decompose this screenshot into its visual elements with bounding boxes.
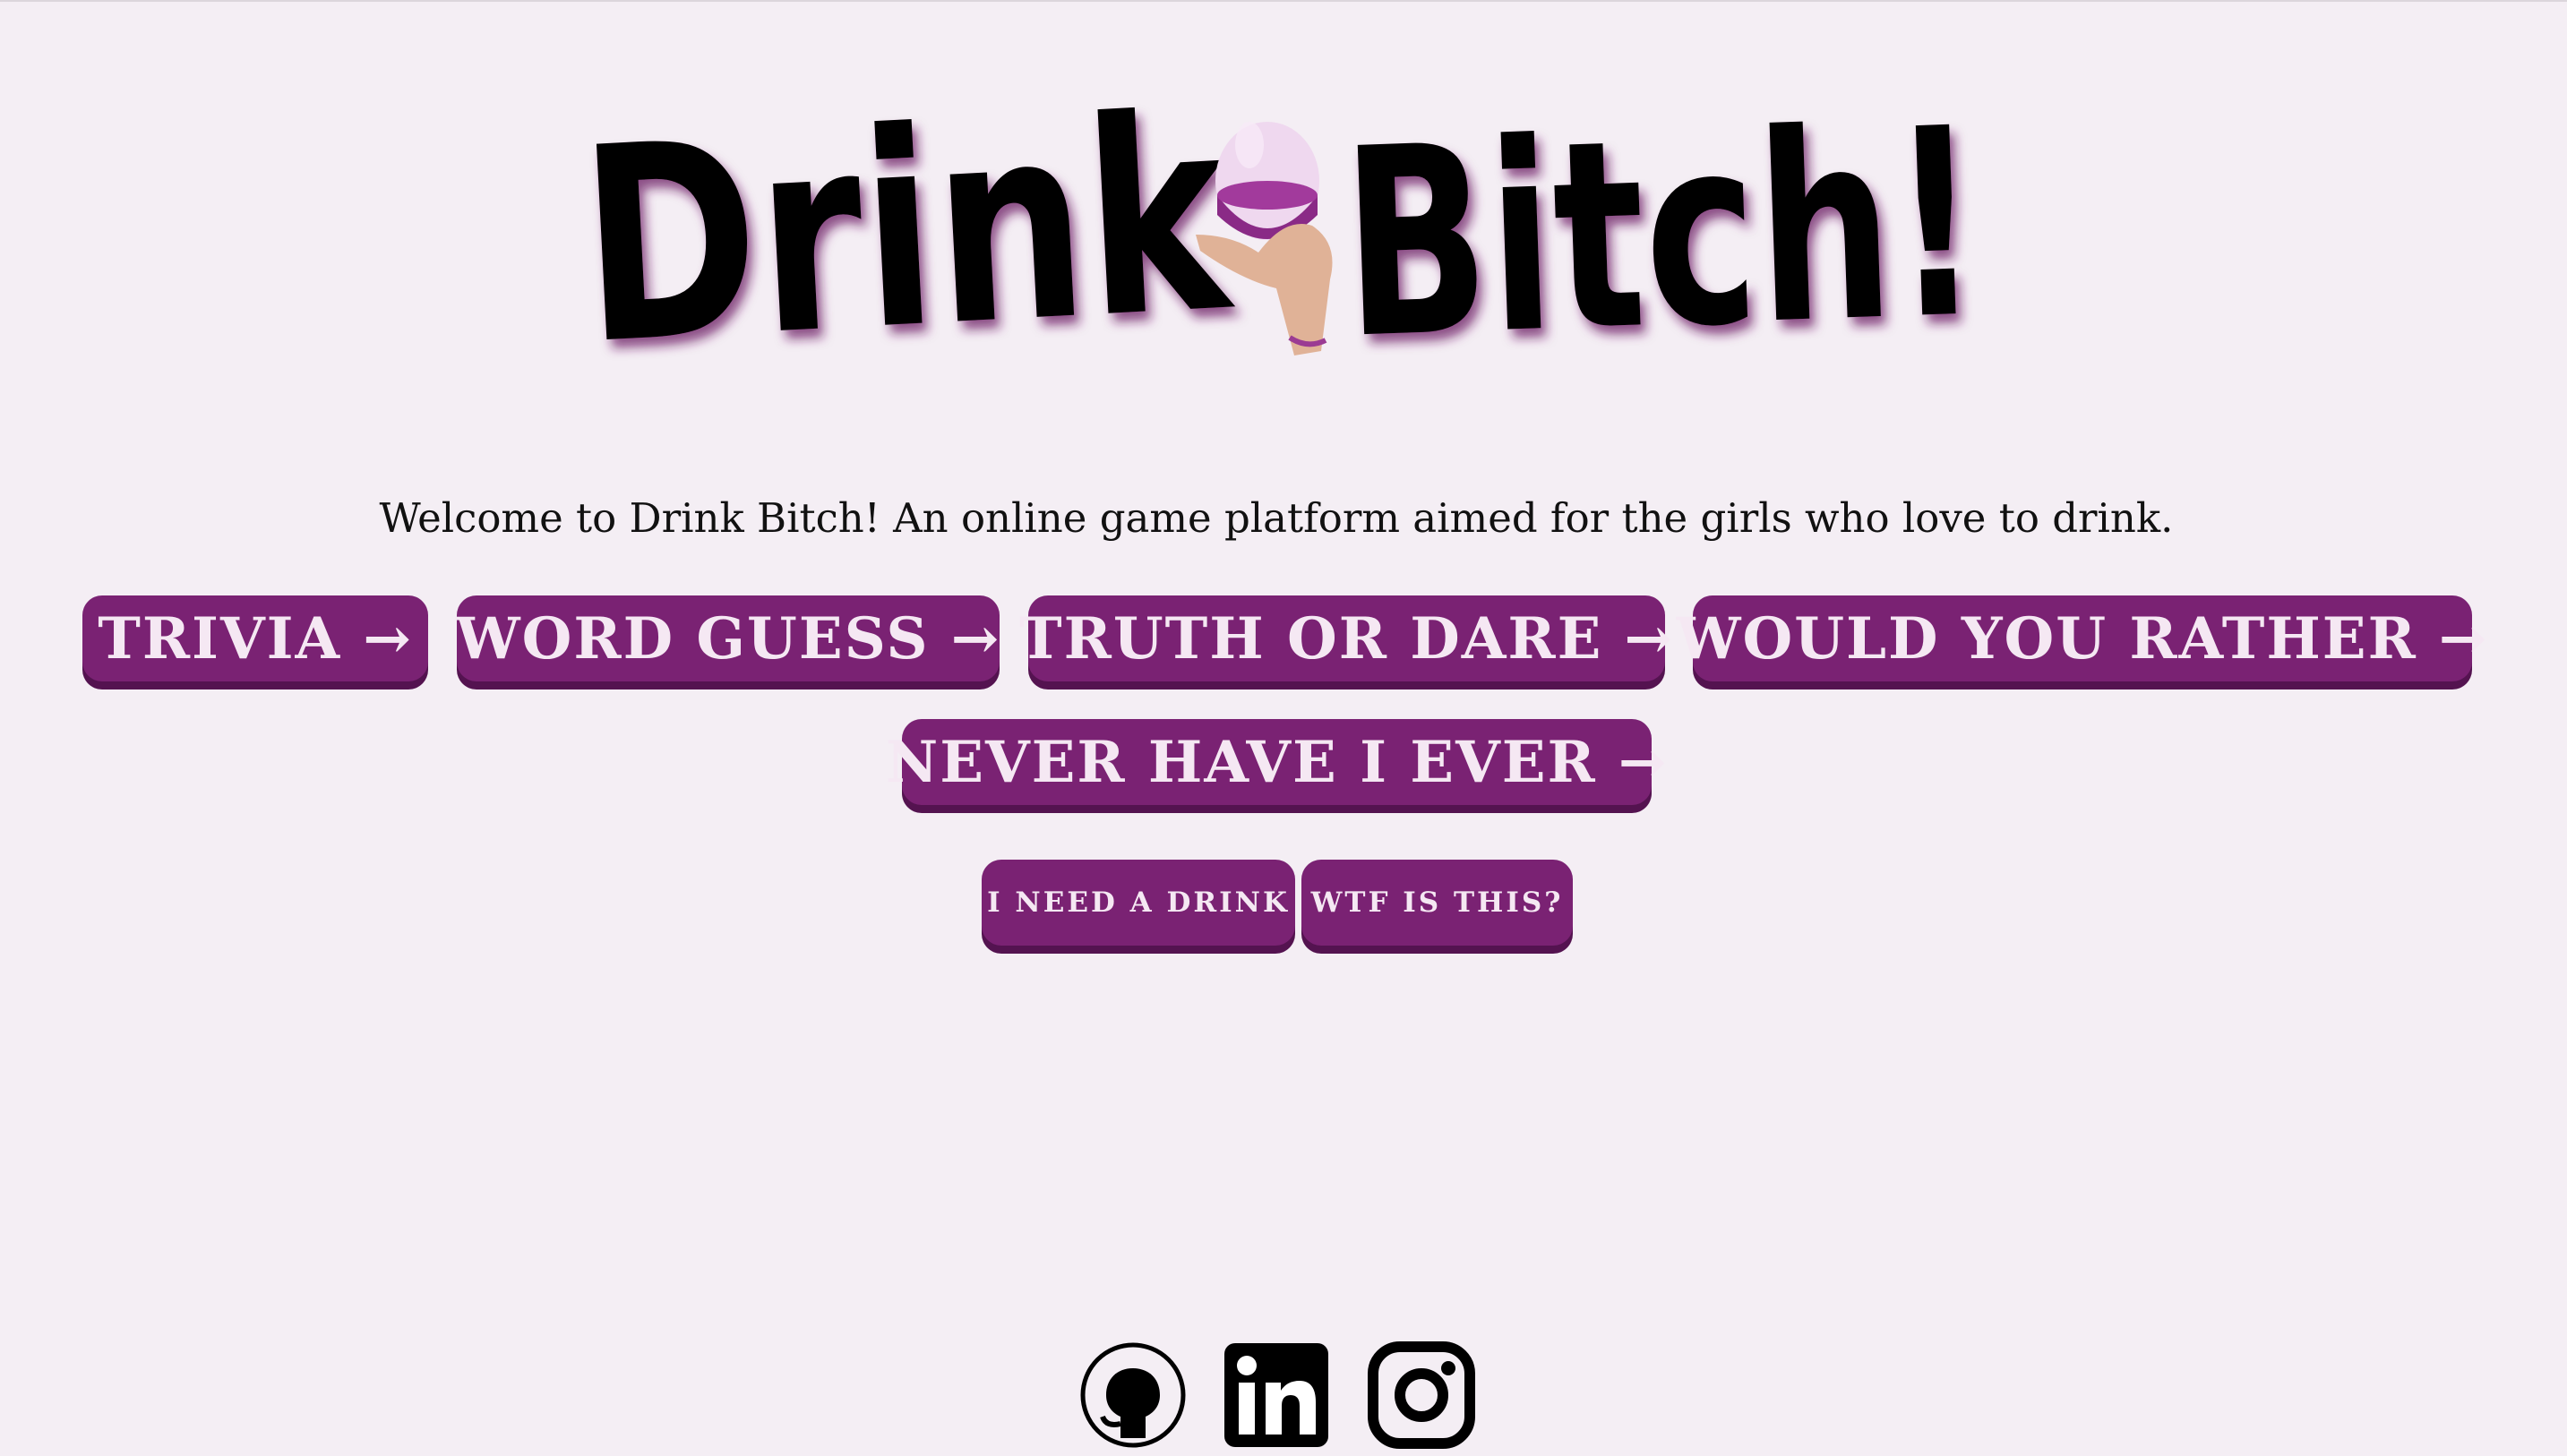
never-have-i-ever-button[interactable]: NEVER HAVE I EVER →	[886, 719, 1666, 805]
wtf-is-this-label: WTF IS THIS?	[1310, 886, 1564, 919]
truth-or-dare-button[interactable]: TRUTH OR DARE →	[1019, 595, 1672, 681]
site-logo[interactable]: Drink Bitch!	[573, 56, 1988, 404]
would-you-rather-button[interactable]: WOULD YOU RATHER →	[1677, 595, 2486, 681]
github-link[interactable]	[1079, 1341, 1187, 1449]
i-need-a-drink-label: I NEED A DRINK	[987, 886, 1290, 919]
arrow-right-icon: →	[363, 604, 413, 672]
arrow-right-icon: →	[1618, 728, 1669, 796]
word-guess-button[interactable]: WORD GUESS →	[455, 595, 1001, 681]
github-icon	[1080, 1342, 1186, 1448]
arrow-right-icon: →	[1624, 604, 1674, 672]
logo-text-bitch: Bitch!	[1338, 73, 1984, 397]
never-have-i-ever-button-label: NEVER HAVE I EVER	[885, 728, 1597, 796]
wtf-is-this-button[interactable]: WTF IS THIS?	[1301, 860, 1573, 946]
linkedin-link[interactable]	[1223, 1341, 1330, 1449]
logo-graphic: Drink Bitch!	[574, 58, 1985, 404]
instagram-icon	[1368, 1341, 1475, 1449]
would-you-rather-button-label: WOULD YOU RATHER	[1676, 604, 2417, 672]
linkedin-icon	[1224, 1343, 1328, 1447]
arrow-right-icon: →	[950, 604, 1001, 672]
welcome-text: Welcome to Drink Bitch! An online game p…	[379, 494, 2174, 542]
trivia-button[interactable]: TRIVIA →	[82, 595, 428, 681]
page: Drink Bitch! Welcome to Drink Bitch! An …	[0, 0, 2567, 1456]
i-need-a-drink-button[interactable]: I NEED A DRINK	[982, 860, 1295, 946]
arrow-right-icon: →	[2438, 604, 2489, 672]
trivia-button-label: TRIVIA	[98, 604, 342, 672]
social-links	[1079, 1341, 1475, 1452]
instagram-link[interactable]	[1368, 1341, 1475, 1449]
word-guess-button-label: WORD GUESS	[455, 604, 930, 672]
truth-or-dare-button-label: TRUTH OR DARE	[1019, 604, 1603, 672]
logo-text-drink: Drink	[574, 58, 1240, 404]
